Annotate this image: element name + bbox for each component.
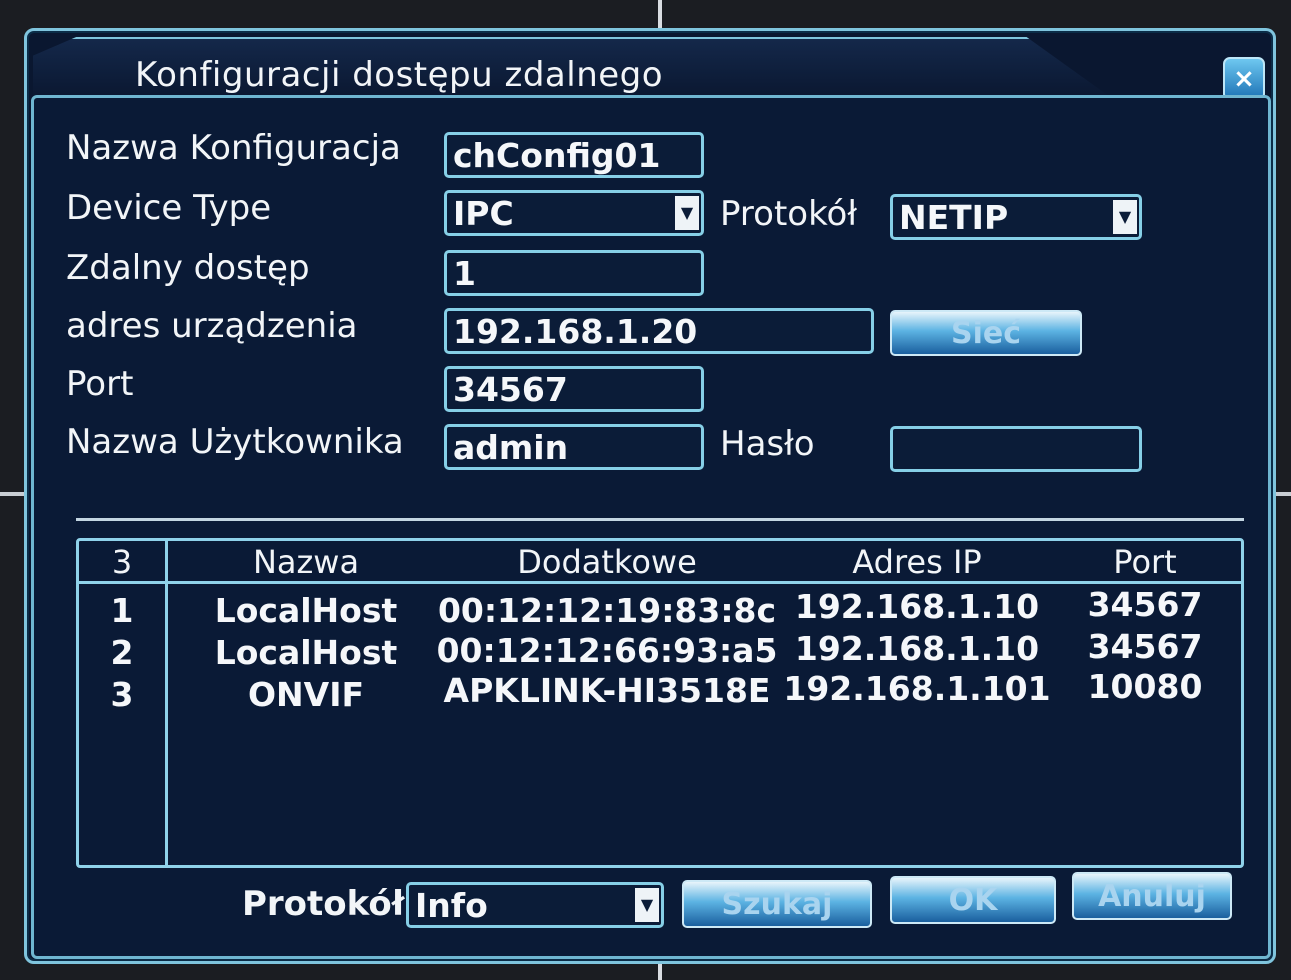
protocol-value: NETIP bbox=[899, 198, 1009, 237]
row-name: LocalHost bbox=[214, 633, 398, 672]
header-port: Port bbox=[1113, 543, 1177, 581]
row-port: 34567 bbox=[1087, 627, 1203, 666]
device-address-label: adres urządzenia bbox=[66, 306, 358, 346]
footer-protocol-select[interactable]: Info ▼ bbox=[406, 882, 664, 928]
chevron-down-icon: ▼ bbox=[635, 888, 659, 922]
port-input[interactable]: 34567 bbox=[444, 366, 704, 412]
remote-access-dialog: Konfiguracji dostępu zdalnego × Nazwa Ko… bbox=[24, 28, 1276, 964]
protocol-select[interactable]: NETIP ▼ bbox=[890, 194, 1142, 240]
row-port: 34567 bbox=[1087, 585, 1203, 624]
row-name: LocalHost bbox=[214, 591, 398, 630]
device-type-select[interactable]: IPC ▼ bbox=[444, 190, 704, 236]
row-ip: 192.168.1.10 bbox=[794, 629, 1040, 668]
dialog-title: Konfiguracji dostępu zdalnego bbox=[135, 55, 664, 95]
row-name: ONVIF bbox=[247, 675, 365, 714]
device-type-value: IPC bbox=[453, 194, 514, 233]
remote-access-input[interactable]: 1 bbox=[444, 250, 704, 296]
protocol-label: Protokół bbox=[720, 194, 858, 234]
device-address-input[interactable]: 192.168.1.20 bbox=[444, 308, 874, 354]
device-type-label: Device Type bbox=[66, 188, 272, 228]
row-port: 10080 bbox=[1087, 667, 1203, 706]
header-name: Nazwa bbox=[252, 543, 360, 581]
dialog-content: Nazwa Konfiguracja chConfig01 Device Typ… bbox=[31, 95, 1271, 959]
ok-button[interactable]: OK bbox=[890, 876, 1056, 924]
row-extra: 00:12:12:66:93:a5 bbox=[436, 631, 778, 670]
chevron-down-icon: ▼ bbox=[1113, 200, 1137, 234]
divider bbox=[76, 518, 1244, 521]
header-ip: Adres IP bbox=[852, 543, 982, 581]
remote-access-label: Zdalny dostęp bbox=[66, 248, 310, 288]
column-separator bbox=[165, 541, 168, 865]
password-label: Hasło bbox=[720, 424, 815, 464]
port-label: Port bbox=[66, 364, 134, 404]
footer-protocol-label: Protokół bbox=[242, 884, 405, 924]
network-button[interactable]: Sieć bbox=[890, 310, 1082, 356]
chevron-down-icon: ▼ bbox=[675, 196, 699, 230]
title-bar: Konfiguracji dostępu zdalnego bbox=[33, 37, 1113, 99]
config-name-label: Nazwa Konfiguracja bbox=[66, 128, 401, 168]
table-count: 3 bbox=[111, 543, 133, 581]
password-input[interactable] bbox=[890, 426, 1142, 472]
row-extra: APKLINK-HI3518E bbox=[443, 671, 771, 710]
header-separator bbox=[79, 581, 1241, 584]
row-ip: 192.168.1.101 bbox=[783, 669, 1051, 708]
search-button[interactable]: Szukaj bbox=[682, 880, 872, 928]
header-extra: Dodatkowe bbox=[517, 543, 697, 581]
cancel-button[interactable]: Anuluj bbox=[1072, 872, 1232, 920]
footer-protocol-value: Info bbox=[415, 886, 488, 925]
row-index: 1 bbox=[110, 591, 134, 630]
device-list-table: 3 Nazwa Dodatkowe Adres IP Port 1 LocalH… bbox=[76, 538, 1244, 868]
row-index: 3 bbox=[110, 675, 134, 714]
row-index: 2 bbox=[110, 633, 134, 672]
row-ip: 192.168.1.10 bbox=[794, 587, 1040, 626]
row-extra: 00:12:12:19:83:8c bbox=[437, 591, 777, 630]
username-input[interactable]: admin bbox=[444, 424, 704, 470]
username-label: Nazwa Użytkownika bbox=[66, 422, 404, 462]
config-name-input[interactable]: chConfig01 bbox=[444, 132, 704, 178]
